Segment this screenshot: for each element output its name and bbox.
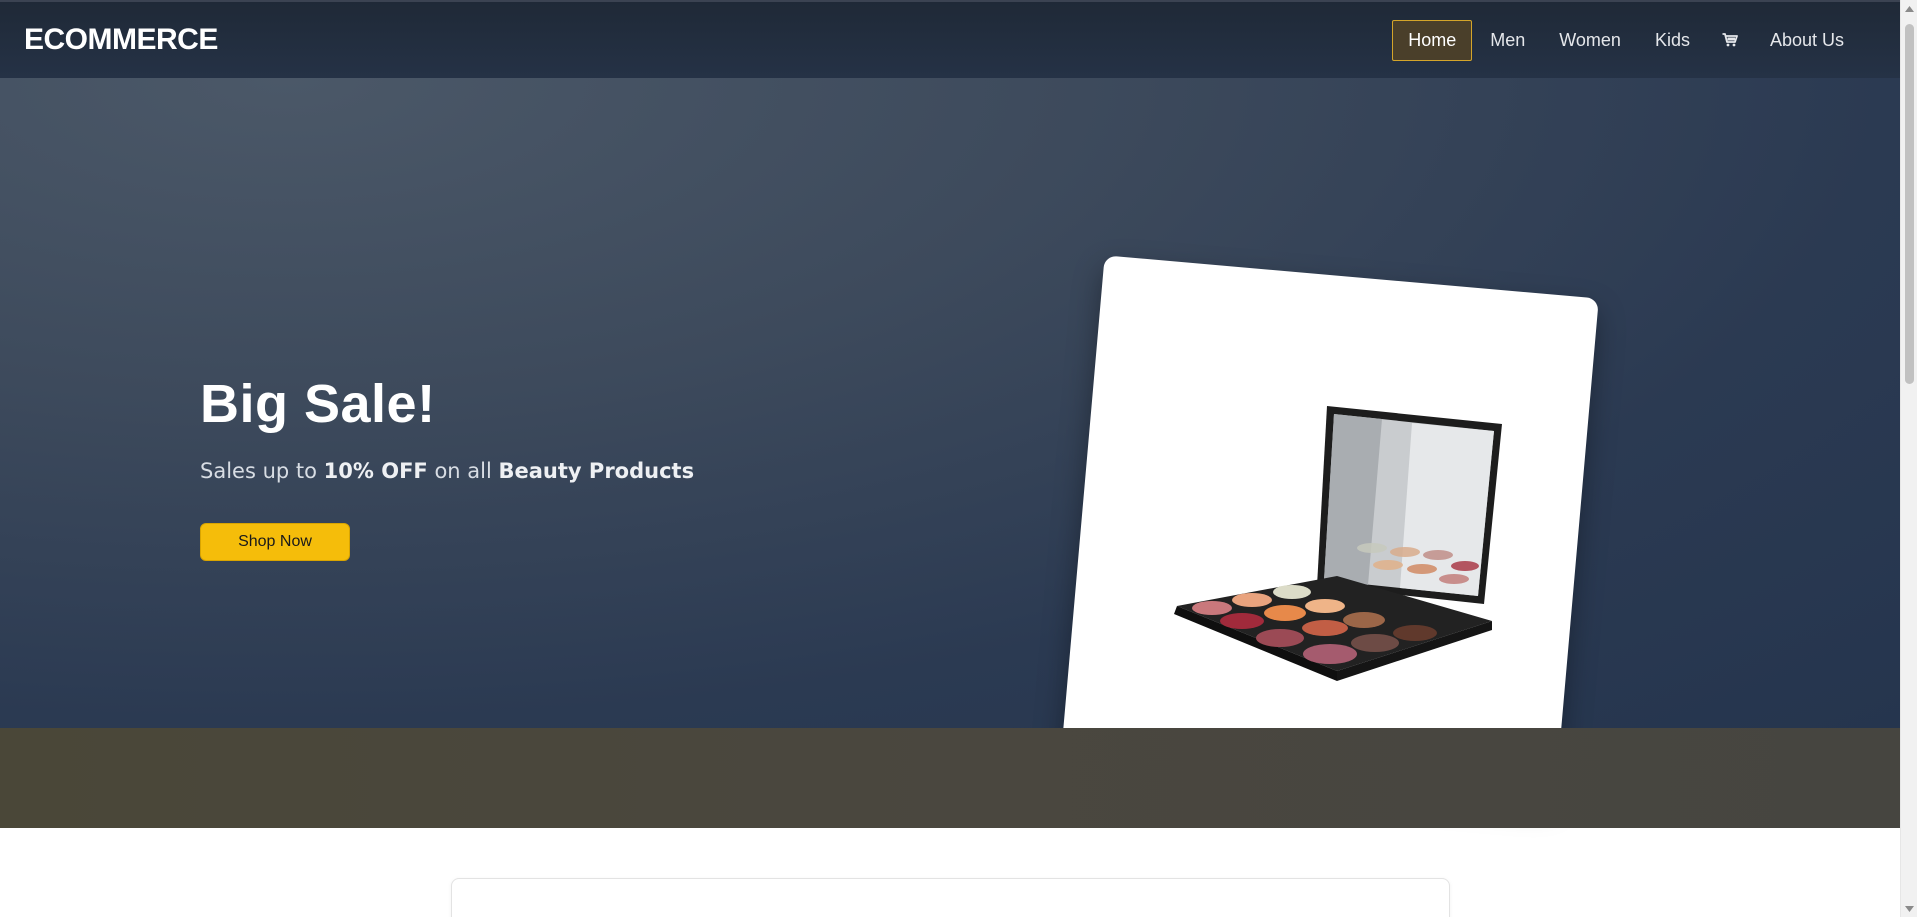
nav-item-about[interactable]: About Us bbox=[1754, 20, 1860, 61]
vertical-scrollbar[interactable] bbox=[1900, 0, 1917, 917]
main-nav: Home Men Women Kids About Us bbox=[1392, 19, 1860, 61]
page: ECOMMERCE Home Men Women Kids About Us B… bbox=[0, 0, 1917, 917]
page-content: ECOMMERCE Home Men Women Kids About Us B… bbox=[0, 0, 1900, 917]
subtitle-discount: 10% OFF bbox=[323, 459, 428, 483]
nav-item-men[interactable]: Men bbox=[1474, 20, 1541, 61]
product-image-card bbox=[1061, 255, 1599, 797]
nav-item-home[interactable]: Home bbox=[1392, 19, 1473, 61]
subtitle-prefix: Sales up to bbox=[200, 459, 324, 483]
hero-text: Big Sale! Sales up to 10% OFF on all Bea… bbox=[200, 373, 694, 561]
section-band bbox=[0, 728, 1900, 828]
navbar: ECOMMERCE Home Men Women Kids About Us bbox=[0, 0, 1900, 78]
brand-logo[interactable]: ECOMMERCE bbox=[24, 23, 218, 57]
shop-now-button[interactable]: Shop Now bbox=[200, 523, 350, 561]
subtitle-middle: on all bbox=[427, 459, 499, 483]
content-card bbox=[451, 878, 1450, 917]
scroll-thumb[interactable] bbox=[1905, 24, 1914, 384]
hero-subtitle: Sales up to 10% OFF on all Beauty Produc… bbox=[200, 459, 694, 483]
subtitle-category: Beauty Products bbox=[498, 459, 695, 483]
scroll-down-arrow-icon[interactable] bbox=[1901, 900, 1917, 917]
hero-banner: Big Sale! Sales up to 10% OFF on all Bea… bbox=[0, 78, 1900, 797]
cart-icon[interactable] bbox=[1708, 20, 1752, 60]
nav-item-women[interactable]: Women bbox=[1543, 20, 1637, 61]
eyeshadow-palette-image bbox=[1174, 406, 1502, 681]
scroll-up-arrow-icon[interactable] bbox=[1901, 0, 1917, 17]
nav-item-kids[interactable]: Kids bbox=[1639, 20, 1706, 61]
hero-title: Big Sale! bbox=[200, 374, 436, 434]
